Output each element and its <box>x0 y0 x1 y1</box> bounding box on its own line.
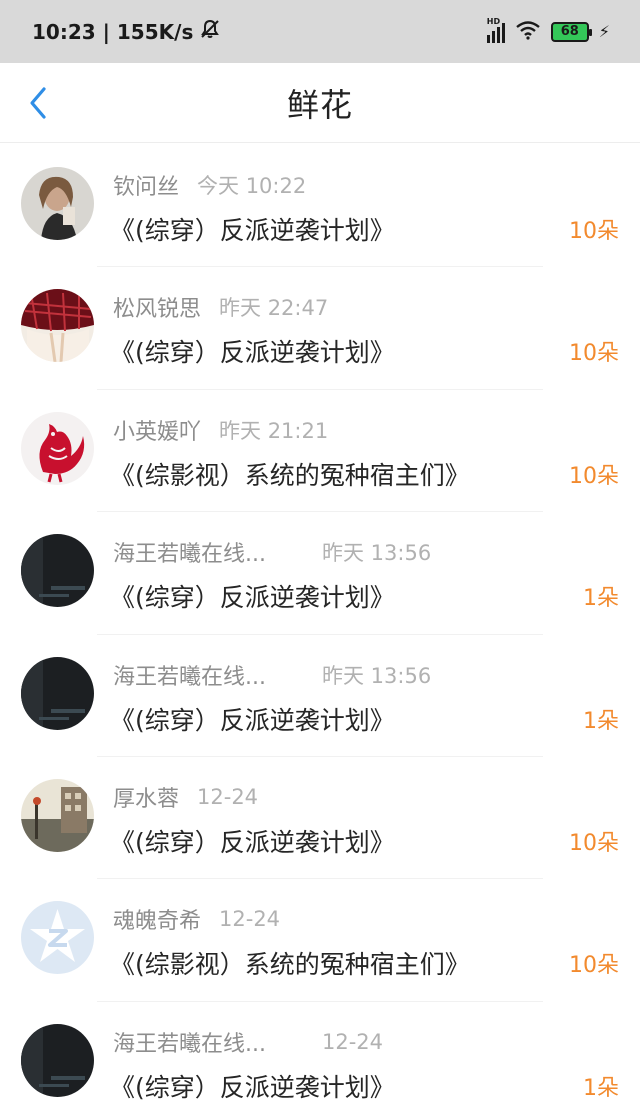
avatar[interactable] <box>21 1023 94 1097</box>
list-item[interactable]: 海王若曦在线... 昨天 13:56 《(综穿）反派逆袭计划》 1朵 <box>0 512 640 635</box>
timestamp: 昨天 22:47 <box>219 296 329 321</box>
book-title[interactable]: 《(综穿）反派逆袭计划》 <box>110 211 395 247</box>
user-name[interactable]: 海王若曦在线... <box>113 536 266 568</box>
list-item[interactable]: 松风锐思 昨天 22:47 《(综穿）反派逆袭计划》 10朵 <box>0 267 640 390</box>
list-item[interactable]: 海王若曦在线... 12-24 《(综穿）反派逆袭计划》 1朵 <box>0 1002 640 1112</box>
item-meta: 厚水蓉 12-24 <box>113 781 259 813</box>
bell-off-icon <box>199 18 221 45</box>
battery-level: 68 <box>560 24 579 39</box>
book-title[interactable]: 《(综穿）反派逆袭计划》 <box>110 823 395 859</box>
list-item[interactable]: 小英媛吖 昨天 21:21 《(综影视）系统的冤种宿主们》 10朵 <box>0 390 640 513</box>
book-title[interactable]: 《(综穿）反派逆袭计划》 <box>110 1068 395 1104</box>
item-meta: 海王若曦在线... 昨天 13:56 <box>113 536 431 568</box>
user-name[interactable]: 魂魄奇希 <box>113 903 201 935</box>
book-title[interactable]: 《(综穿）反派逆袭计划》 <box>110 578 395 614</box>
avatar[interactable] <box>21 411 94 485</box>
flower-count: 10朵 <box>569 341 619 367</box>
flower-count: 10朵 <box>569 953 619 979</box>
flower-count: 10朵 <box>569 463 619 489</box>
item-meta: 海王若曦在线... 12-24 <box>113 1026 383 1058</box>
user-name[interactable]: 小英媛吖 <box>113 414 201 446</box>
avatar[interactable] <box>21 534 94 608</box>
book-title[interactable]: 《(综穿）反派逆袭计划》 <box>110 701 395 737</box>
timestamp: 12-24 <box>322 1029 384 1054</box>
header: 鲜花 <box>0 63 640 143</box>
timestamp: 昨天 13:56 <box>322 541 432 566</box>
timestamp: 今天 10:22 <box>197 174 307 198</box>
user-name[interactable]: 钦问丝 <box>113 169 179 201</box>
avatar[interactable] <box>21 289 94 363</box>
wifi-icon <box>515 20 541 44</box>
screen: 10:23 | 155K/s HD 68 ⚡ 鲜花 钦问丝 今天 10:22 《… <box>0 0 640 1112</box>
item-meta: 松风锐思 昨天 22:47 <box>113 291 329 323</box>
item-meta: 海王若曦在线... 昨天 13:56 <box>113 659 431 691</box>
avatar[interactable] <box>21 656 94 730</box>
list-item[interactable]: 魂魄奇希 12-24 《(综影视）系统的冤种宿主们》 10朵 <box>0 879 640 1002</box>
flower-count: 1朵 <box>583 1075 619 1101</box>
avatar[interactable] <box>21 167 94 240</box>
flower-count: 1朵 <box>583 708 619 734</box>
chevron-left-icon <box>30 87 46 119</box>
signal-icon: HD <box>486 17 505 43</box>
timestamp: 昨天 21:21 <box>219 418 329 443</box>
portrait-avatar <box>21 167 94 240</box>
avatar[interactable] <box>21 901 94 975</box>
flower-count: 1朵 <box>583 586 619 612</box>
status-time: 10:23 | 155K/s <box>32 19 194 44</box>
list-item[interactable]: 厚水蓉 12-24 《(综穿）反派逆袭计划》 10朵 <box>0 757 640 880</box>
status-bar: 10:23 | 155K/s HD 68 ⚡ <box>0 0 640 63</box>
default-z-avatar <box>21 901 94 975</box>
timestamp: 昨天 13:56 <box>322 663 432 688</box>
book-title[interactable]: 《(综影视）系统的冤种宿主们》 <box>110 456 470 492</box>
book-title[interactable]: 《(综影视）系统的冤种宿主们》 <box>110 945 470 981</box>
book-title[interactable]: 《(综穿）反派逆袭计划》 <box>110 333 395 369</box>
timestamp: 12-24 <box>219 907 281 932</box>
flower-count: 10朵 <box>569 219 619 244</box>
dark-avatar <box>21 656 94 730</box>
flower-count: 10朵 <box>569 830 619 856</box>
item-meta: 钦问丝 今天 10:22 <box>113 169 307 201</box>
dark-avatar <box>21 1023 94 1097</box>
item-meta: 小英媛吖 昨天 21:21 <box>113 414 329 446</box>
charging-icon: ⚡ <box>598 22 610 41</box>
timestamp: 12-24 <box>197 784 259 809</box>
user-name[interactable]: 松风锐思 <box>113 291 201 323</box>
user-name[interactable]: 海王若曦在线... <box>113 659 266 691</box>
flower-list: 钦问丝 今天 10:22 《(综穿）反派逆袭计划》 10朵 松风锐思 昨天 22… <box>0 145 640 1112</box>
user-name[interactable]: 厚水蓉 <box>113 781 179 813</box>
list-item[interactable]: 钦问丝 今天 10:22 《(综穿）反派逆袭计划》 10朵 <box>0 145 640 268</box>
status-right: HD 68 ⚡ <box>486 17 610 44</box>
street-avatar <box>21 778 94 852</box>
battery-icon: 68 <box>550 21 592 42</box>
dark-avatar <box>21 534 94 608</box>
list-item[interactable]: 海王若曦在线... 昨天 13:56 《(综穿）反派逆袭计划》 1朵 <box>0 635 640 757</box>
status-left: 10:23 | 155K/s <box>32 18 221 45</box>
item-meta: 魂魄奇希 12-24 <box>113 903 281 935</box>
red-pattern-avatar <box>21 289 94 363</box>
page-title: 鲜花 <box>286 85 353 124</box>
user-name[interactable]: 海王若曦在线... <box>113 1026 266 1058</box>
avatar[interactable] <box>21 778 94 852</box>
back-button[interactable] <box>18 81 58 125</box>
rooster-avatar <box>21 411 94 485</box>
network-badge: HD <box>486 16 501 26</box>
